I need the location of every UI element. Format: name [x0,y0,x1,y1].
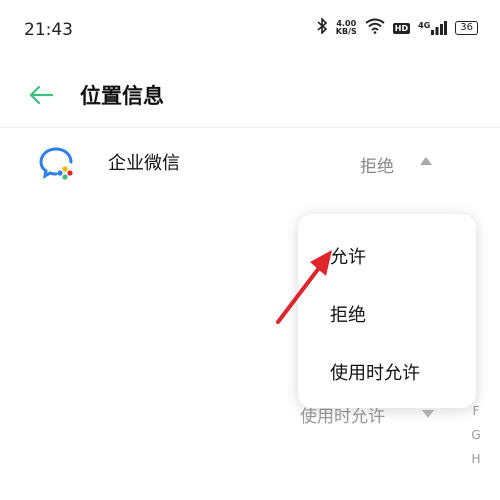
index-letter[interactable]: H [468,452,484,476]
header: 位置信息 [0,66,500,126]
header-divider [0,127,500,128]
signal-icon: 4G [418,21,448,35]
caret-down-icon [422,410,434,418]
wecom-icon [38,145,76,181]
back-button[interactable] [26,80,56,110]
app-permission-row[interactable]: 企业微信 拒绝 [0,135,500,189]
index-letter[interactable]: G [468,428,484,452]
bluetooth-icon [316,17,328,38]
option-allow-while-using[interactable]: 使用时允许 [330,359,420,385]
hd-badge: HD [392,22,411,34]
status-bar: 21:43 4.00 KB/S HD 4G 36 [0,0,500,60]
caret-up-icon[interactable] [420,157,432,165]
index-letter[interactable]: F [468,404,484,428]
arrow-left-icon [29,85,54,105]
background-permission-value: 使用时允许 [300,407,385,427]
battery-icon: 36 [455,21,478,35]
network-speed: 4.00 KB/S [336,20,357,36]
annotation-arrow-icon [276,250,332,324]
app-name: 企业微信 [108,153,180,174]
permission-value[interactable]: 拒绝 [360,152,394,177]
page-title: 位置信息 [80,84,164,108]
speed-unit: KB/S [335,27,357,36]
status-icons: 4.00 KB/S HD 4G 36 [316,17,478,38]
network-type: 4G [418,21,431,30]
status-time: 21:43 [24,20,73,40]
wifi-icon [365,18,385,38]
